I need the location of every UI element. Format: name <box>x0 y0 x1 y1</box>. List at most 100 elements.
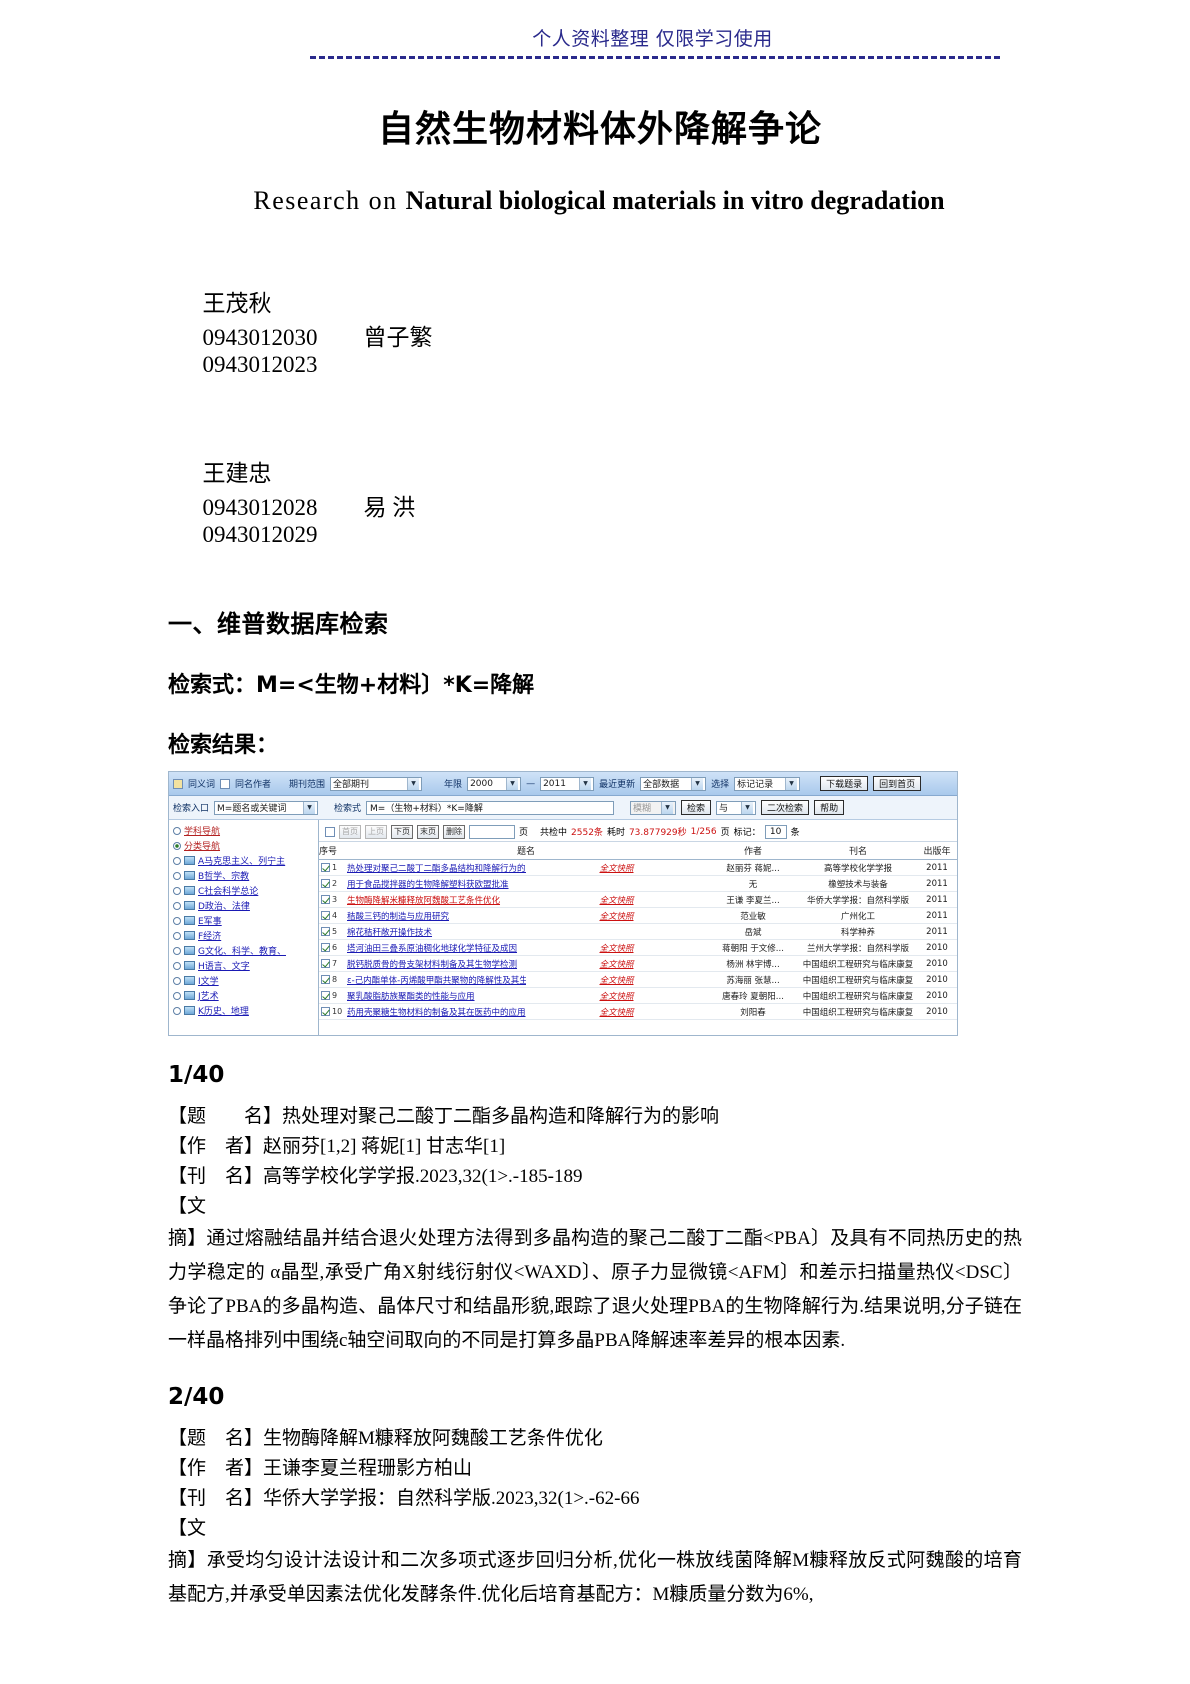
radio-icon[interactable] <box>173 916 181 925</box>
last-page-button[interactable]: 末页 <box>417 824 439 839</box>
sidebar-item-label: H语言、文字 <box>198 962 250 972</box>
record-title-link[interactable]: 塔河油田三叠系原油稠化地球化学特征及成因 <box>347 944 517 954</box>
sidebar-item-a[interactable]: A马克思主义、列宁主 <box>173 853 318 868</box>
journal-scope-select[interactable]: 全部期刊 ▼ <box>330 776 423 791</box>
sidebar-item-k[interactable]: K历史、地理 <box>173 1003 318 1018</box>
record-title-link[interactable]: 生物酶降解米糠释放阿魏酸工艺条件优化 <box>347 896 500 906</box>
fulltext-link[interactable]: 全文快照 <box>599 864 633 874</box>
table-row[interactable]: 3 生物酶降解米糠释放阿魏酸工艺条件优化 全文快照 王谦 李夏兰... 华侨大学… <box>319 891 957 908</box>
fuzzy-select[interactable]: 模糊 ▼ <box>630 800 677 815</box>
table-row[interactable]: 2 用于食品搅拌器的生物降解塑料获欧盟批准 无 橡塑技术与装备 2011 <box>319 875 957 892</box>
sidebar-item-g[interactable]: G文化、科学、教育、 <box>173 943 318 958</box>
radio-icon-selected[interactable] <box>173 841 181 850</box>
delete-button[interactable]: 删除 <box>443 824 465 839</box>
back-to-home-button[interactable]: 回到首页 <box>873 776 922 791</box>
record-title-link[interactable]: 脱钙脱质骨的骨支架材料制备及其生物学检测 <box>347 960 517 970</box>
help-button[interactable]: 帮助 <box>814 800 845 815</box>
sidebar-item-category-nav[interactable]: 分类导航 <box>173 838 318 853</box>
prev-page-button[interactable]: 上页 <box>365 824 387 839</box>
row-index: 10 <box>332 1006 343 1016</box>
record-title-link[interactable]: ε-己内酯单体-丙烯酸甲酯共聚物的降解性及其生物相容性 <box>347 976 526 986</box>
year-from-select[interactable]: 2000 ▼ <box>467 776 522 791</box>
download-records-button[interactable]: 下载题录 <box>820 776 869 791</box>
data-scope-select[interactable]: 全部数据 ▼ <box>640 776 707 791</box>
fulltext-link[interactable]: 全文快照 <box>599 1008 633 1018</box>
search-formula-input[interactable]: M=（生物+材料）*K=降解 <box>366 800 615 815</box>
radio-icon[interactable] <box>173 826 181 835</box>
record-title-link[interactable]: 棉花秸秆敞开操作技术 <box>347 928 432 938</box>
row-checkbox[interactable] <box>321 862 330 872</box>
logic-operator-select[interactable]: 与 ▼ <box>716 800 757 815</box>
mark-count-input[interactable]: 10 <box>764 824 787 839</box>
fulltext-link[interactable]: 全文快照 <box>599 960 633 970</box>
table-row[interactable]: 10 药用壳聚糖生物材料的制备及其在医药中的应用 全文快照 刘阳春 中国组织工程… <box>319 1003 957 1020</box>
fulltext-link[interactable]: 全文快照 <box>599 992 633 1002</box>
radio-icon[interactable] <box>173 1006 181 1015</box>
radio-icon[interactable] <box>173 901 181 910</box>
sidebar-item-d[interactable]: D政治、法律 <box>173 898 318 913</box>
sidebar-item-subject-nav[interactable]: 学科导航 <box>173 823 318 838</box>
sidebar-item-h[interactable]: H语言、文字 <box>173 958 318 973</box>
year-to-select[interactable]: 2011 ▼ <box>540 776 595 791</box>
first-page-button[interactable]: 首页 <box>339 824 361 839</box>
table-row[interactable]: 6 塔河油田三叠系原油稠化地球化学特征及成因 全文快照 蒋朝阳 于文修... 兰… <box>319 939 957 956</box>
search-formula-heading: 检索式：M=<生物+材料〕*K=降解 <box>168 673 535 698</box>
radio-icon[interactable] <box>173 886 181 895</box>
fulltext-link[interactable]: 全文快照 <box>599 976 633 986</box>
record-year: 2010 <box>917 939 957 956</box>
row-checkbox[interactable] <box>321 910 330 920</box>
same-author-checkbox[interactable] <box>220 778 231 789</box>
radio-icon[interactable] <box>173 991 181 1000</box>
table-row[interactable]: 1 热处理对聚己二酸丁二酯多晶结构和降解行为的影响 全文快照 赵丽芬 蒋妮...… <box>319 859 957 876</box>
table-row[interactable]: 7 脱钙脱质骨的骨支架材料制备及其生物学检测 全文快照 杨洲 林宇博... 中国… <box>319 955 957 972</box>
record-title-link[interactable]: 热处理对聚己二酸丁二酯多晶结构和降解行为的影响 <box>347 864 526 874</box>
radio-icon[interactable] <box>173 931 181 940</box>
fulltext-link[interactable]: 全文快照 <box>599 944 633 954</box>
record-title-link[interactable]: 药用壳聚糖生物材料的制备及其在医药中的应用 <box>347 1008 526 1018</box>
record-year: 2010 <box>917 971 957 988</box>
radio-icon[interactable] <box>173 946 181 955</box>
table-row[interactable]: 8 ε-己内酯单体-丙烯酸甲酯共聚物的降解性及其生物相容性 全文快照 苏海丽 张… <box>319 971 957 988</box>
record-title-link[interactable]: 聚乳酸脂肪族聚酯类的性能与应用 <box>347 992 475 1002</box>
row-checkbox[interactable] <box>321 894 330 904</box>
sidebar-item-b[interactable]: B哲学、宗教 <box>173 868 318 883</box>
record-title-link[interactable]: 用于食品搅拌器的生物降解塑料获欧盟批准 <box>347 880 509 890</box>
sidebar-item-f[interactable]: F经济 <box>173 928 318 943</box>
sidebar-item-e[interactable]: E军事 <box>173 913 318 928</box>
row-checkbox[interactable] <box>321 942 330 952</box>
screenshot-toolbar-row-2: 检索入口 M=题名或关键词 ▼ 检索式 M=（生物+材料）*K=降解 模糊 ▼ … <box>169 796 957 820</box>
search-entry-select[interactable]: M=题名或关键词 ▼ <box>214 800 319 815</box>
marked-records-select[interactable]: 标记记录 ▼ <box>734 776 801 791</box>
record-journal: 中国组织工程研究与临床康复 <box>799 955 917 972</box>
radio-icon[interactable] <box>173 976 181 985</box>
search-button[interactable]: 检索 <box>681 800 712 815</box>
row-checkbox[interactable] <box>321 926 330 936</box>
radio-icon[interactable] <box>173 856 181 865</box>
same-author-label: 同名作者 <box>235 780 272 790</box>
fulltext-link[interactable]: 全文快照 <box>599 896 633 906</box>
sidebar-item-i[interactable]: I文学 <box>173 973 318 988</box>
next-page-button[interactable]: 下页 <box>391 824 413 839</box>
row-index: 4 <box>332 910 338 920</box>
second-search-button[interactable]: 二次检索 <box>761 800 810 815</box>
radio-icon[interactable] <box>173 871 181 880</box>
record-title-link[interactable]: 秸酸三钙的制造与应用研究 <box>347 912 449 922</box>
radio-icon[interactable] <box>173 961 181 970</box>
table-row[interactable]: 4 秸酸三钙的制造与应用研究 全文快照 范业敏 广州化工 2011 <box>319 907 957 924</box>
row-checkbox[interactable] <box>321 1006 330 1016</box>
table-row[interactable]: 9 聚乳酸脂肪族聚酯类的性能与应用 全文快照 唐春玲 夏朝阳... 中国组织工程… <box>319 987 957 1004</box>
sidebar-item-c[interactable]: C社会科学总论 <box>173 883 318 898</box>
sidebar-item-j[interactable]: J艺术 <box>173 988 318 1003</box>
record-year: 2011 <box>917 923 957 940</box>
table-row[interactable]: 5 棉花秸秆敞开操作技术 岳斌 科学种养 2011 <box>319 923 957 940</box>
page-number-input[interactable] <box>469 824 515 839</box>
fulltext-link[interactable]: 全文快照 <box>599 912 633 922</box>
select-all-checkbox[interactable] <box>325 826 335 837</box>
synonym-checkbox[interactable] <box>173 778 183 789</box>
row-checkbox[interactable] <box>321 990 330 1000</box>
row-checkbox[interactable] <box>321 958 330 968</box>
results-pane: 首页 上页 下页 末页 删除 页 共检中 2552条 耗时 73.877929秒… <box>319 820 957 1035</box>
row-checkbox[interactable] <box>321 974 330 984</box>
record-year: 2011 <box>917 859 957 876</box>
row-checkbox[interactable] <box>321 878 330 888</box>
